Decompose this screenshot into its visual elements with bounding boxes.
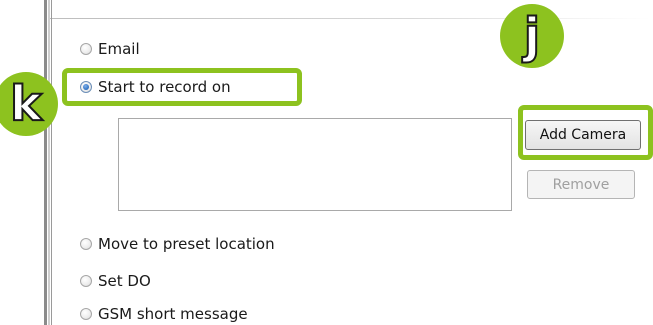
window-left-frame-edge	[51, 0, 52, 325]
callout-highlight-k	[62, 68, 302, 106]
option-gsm[interactable]: GSM short message	[80, 305, 248, 323]
window-left-frame-inner	[48, 0, 50, 325]
radio-set-do[interactable]	[80, 275, 92, 287]
option-gsm-label: GSM short message	[98, 305, 248, 323]
radio-move-preset[interactable]	[80, 238, 92, 250]
radio-email[interactable]	[80, 43, 92, 55]
remove-button[interactable]: Remove	[527, 170, 635, 199]
camera-list[interactable]	[118, 118, 512, 211]
radio-gsm[interactable]	[80, 308, 92, 320]
option-set-do[interactable]: Set DO	[80, 272, 151, 290]
panel-top-border	[50, 18, 650, 19]
option-set-do-label: Set DO	[98, 272, 151, 290]
callout-badge-j: j	[500, 4, 564, 68]
option-email[interactable]: Email	[80, 40, 140, 58]
option-move-preset-label: Move to preset location	[98, 235, 275, 253]
window-left-frame	[44, 0, 47, 325]
option-email-label: Email	[98, 40, 140, 58]
callout-highlight-j	[518, 105, 653, 160]
option-move-preset[interactable]: Move to preset location	[80, 235, 275, 253]
